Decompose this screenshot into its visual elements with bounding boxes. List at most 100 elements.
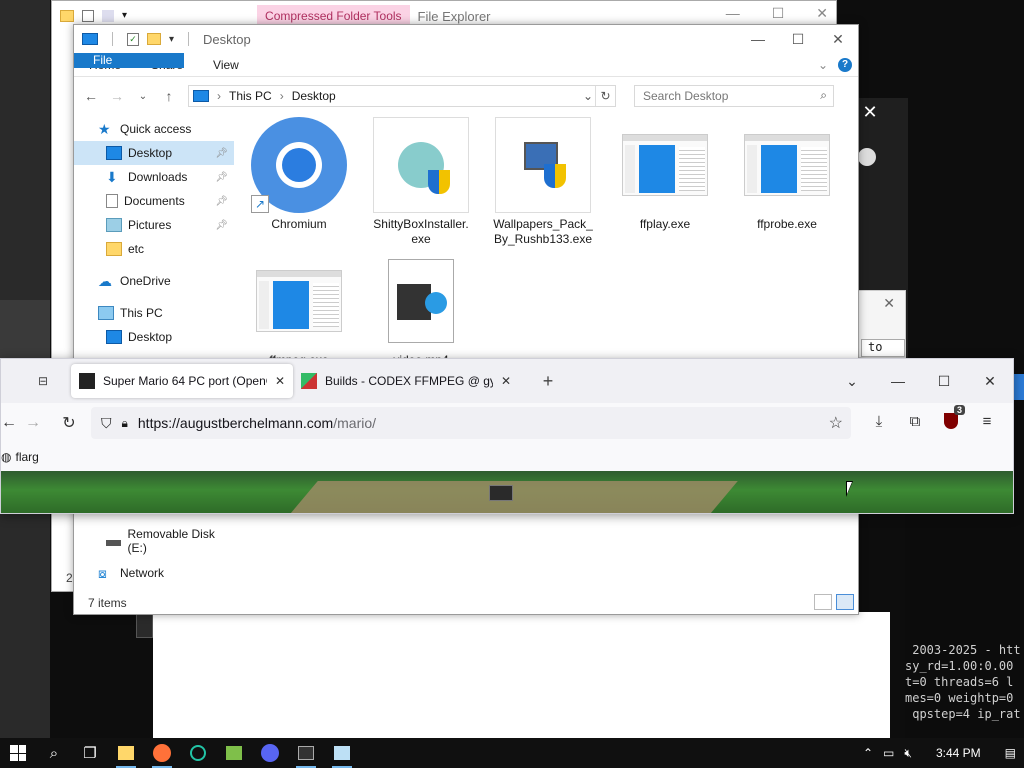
breadcrumb-this-pc[interactable]: This PC — [229, 89, 272, 103]
close-tab-icon[interactable]: ✕ — [275, 374, 285, 388]
back-arrow-icon[interactable]: ← — [80, 88, 102, 104]
discord-taskbar-icon[interactable] — [252, 738, 288, 768]
address-bar[interactable]: › This PC › Desktop ⌄ ↻ — [188, 85, 616, 107]
mario-favicon-icon — [79, 373, 95, 389]
lock-icon[interactable]: 🔒︎ — [122, 416, 128, 431]
breadcrumb-desktop[interactable]: Desktop — [292, 89, 336, 103]
sidebar-item-downloads[interactable]: ⬇ Downloads 📌︎ — [74, 165, 234, 189]
sidebar-item-desktop[interactable]: Desktop — [74, 325, 234, 349]
file-item[interactable]: ShittyBoxInstaller. exe — [366, 117, 476, 247]
list-all-tabs-icon[interactable]: ⊟ — [23, 366, 63, 396]
maximize-icon[interactable]: ☐ — [921, 373, 967, 390]
reload-icon[interactable]: ↻ — [51, 413, 87, 433]
new-folder-icon[interactable] — [147, 33, 161, 45]
maximize-icon[interactable]: ☐ — [772, 5, 785, 22]
minimize-icon[interactable]: — — [726, 5, 740, 22]
volume-muted-icon[interactable]: 🔇︎ — [904, 746, 912, 761]
maximize-icon[interactable]: ☐ — [778, 25, 818, 53]
chevron-down-icon[interactable]: ▾ — [122, 10, 127, 22]
downloads-icon[interactable]: ⤓ — [861, 413, 897, 433]
back-arrow-icon[interactable]: ← — [1, 414, 17, 432]
close-icon[interactable]: ✕ — [818, 25, 858, 53]
url-bar[interactable]: ⛉ 🔒︎ https://augustberchelmann.com/mario… — [91, 407, 851, 439]
notifications-icon[interactable]: ▤ — [1005, 746, 1016, 760]
avatar[interactable] — [858, 148, 876, 166]
chevron-right-icon[interactable]: › — [280, 89, 284, 103]
search-input[interactable]: Search Desktop ⌕ — [634, 85, 834, 107]
window-title: Desktop — [203, 31, 251, 47]
chevron-up-icon[interactable]: ⌃ — [863, 746, 873, 760]
document-icon — [106, 194, 118, 208]
ublock-icon[interactable]: 3 — [933, 405, 969, 433]
search-icon[interactable]: ⌕ — [36, 738, 72, 768]
computer-icon[interactable] — [82, 33, 98, 45]
shortcut-arrow-icon: ↗ — [251, 195, 269, 213]
sidebar-item-removable-disk-e[interactable]: Removable Disk (E:) — [74, 527, 234, 555]
desktop-icon — [106, 146, 122, 160]
file-name: ShittyBoxInstaller. exe — [373, 217, 469, 246]
forward-arrow-icon[interactable]: → — [15, 414, 51, 432]
tab-codex-ffmpeg[interactable]: Builds - CODEX FFMPEG @ gya ✕ — [293, 364, 519, 398]
file-explorer-taskbar-icon[interactable] — [108, 738, 144, 768]
firefox-taskbar-icon[interactable] — [144, 738, 180, 768]
game-canvas[interactable] — [1, 471, 1013, 513]
minimize-icon[interactable]: — — [875, 373, 921, 390]
properties-icon[interactable] — [82, 10, 94, 22]
file-item[interactable]: ffprobe.exe — [732, 117, 842, 232]
tab-file[interactable]: File — [74, 53, 184, 68]
bookmark-star-icon[interactable]: ☆ — [829, 413, 843, 433]
close-icon[interactable]: ✕ — [967, 373, 1013, 390]
forward-arrow-icon[interactable]: → — [106, 88, 128, 104]
chevron-down-icon[interactable]: ⌄ — [583, 89, 593, 103]
expand-ribbon-icon[interactable]: ⌄ — [818, 58, 828, 72]
start-button[interactable] — [0, 738, 36, 768]
extensions-icon[interactable]: ⧉ — [897, 413, 933, 433]
sidebar-item-desktop[interactable]: Desktop 📌︎ — [74, 141, 234, 165]
close-icon[interactable]: ✕ — [858, 100, 882, 124]
recent-locations-icon[interactable]: ⌄ — [132, 91, 154, 102]
shield-icon[interactable]: ⛉ — [101, 415, 112, 432]
opera-taskbar-icon[interactable] — [180, 738, 216, 768]
chevron-down-icon[interactable]: ⌄ — [829, 373, 875, 390]
tab-view[interactable]: View — [198, 53, 254, 76]
task-view-icon[interactable]: ❐ — [72, 738, 108, 768]
file-item[interactable]: ffmpeg.exe — [244, 253, 354, 368]
minimize-icon[interactable]: — — [738, 25, 778, 53]
sidebar-item-quick-access[interactable]: ★ Quick access — [74, 117, 234, 141]
notepad-taskbar-icon[interactable] — [324, 738, 360, 768]
properties-icon[interactable]: ✓ — [127, 32, 139, 46]
folder-app-taskbar-icon[interactable] — [216, 738, 252, 768]
sidebar-item-documents[interactable]: Documents 📌︎ — [74, 189, 234, 213]
close-tab-icon[interactable]: ✕ — [501, 374, 511, 388]
folder-icon[interactable] — [60, 10, 74, 22]
file-item[interactable]: Wallpapers_Pack_ By_Rushb133.exe — [488, 117, 598, 247]
sidebar-item-onedrive[interactable]: ☁ OneDrive — [74, 269, 234, 293]
file-item[interactable]: video.mp4 — [366, 253, 476, 368]
sidebar-item-this-pc[interactable]: This PC — [74, 301, 234, 325]
dialog-text-input[interactable]: to — [861, 339, 905, 357]
close-icon[interactable]: ✕ — [816, 5, 828, 22]
help-icon[interactable]: ? — [838, 57, 852, 72]
file-item[interactable]: ↗ Chromium — [244, 117, 354, 232]
chevron-right-icon[interactable]: › — [217, 89, 221, 103]
close-icon[interactable]: ✕ — [883, 295, 895, 312]
search-icon: ⌕ — [820, 88, 827, 102]
exe-icon — [617, 117, 713, 213]
sidebar-item-pictures[interactable]: Pictures 📌︎ — [74, 213, 234, 237]
details-view-icon[interactable] — [814, 594, 832, 610]
file-item[interactable]: ffplay.exe — [610, 117, 720, 232]
tab-super-mario[interactable]: Super Mario 64 PC port (OpenG ✕ — [71, 364, 293, 398]
up-arrow-icon[interactable]: ↑ — [158, 88, 180, 104]
chevron-down-icon[interactable]: ▾ — [169, 34, 174, 45]
sidebar-item-etc[interactable]: etc — [74, 237, 234, 261]
terminal-taskbar-icon[interactable] — [288, 738, 324, 768]
new-folder-icon[interactable] — [102, 10, 114, 22]
menu-icon[interactable]: ≡ — [969, 413, 1005, 433]
refresh-icon[interactable]: ↻ — [595, 86, 615, 106]
large-icons-view-icon[interactable] — [836, 594, 854, 610]
bookmark-flarg[interactable]: flarg — [15, 450, 38, 464]
network-icon[interactable]: ▭ — [883, 746, 894, 760]
new-tab-icon[interactable]: + — [533, 371, 563, 392]
sidebar-item-network[interactable]: ⧇ Network — [74, 561, 234, 585]
clock[interactable]: 3:44 PM — [922, 746, 995, 760]
